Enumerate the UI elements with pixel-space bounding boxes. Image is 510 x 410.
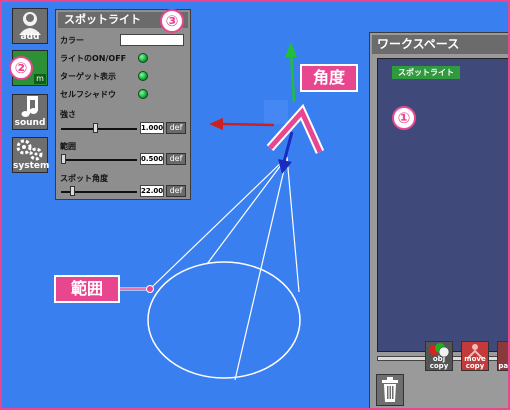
workspace-panel: ワークスペース スポットライト objcopy movecopy par: [369, 32, 509, 408]
spot-angle-default-button[interactable]: def: [166, 185, 186, 197]
light-gizmo[interactable]: [264, 100, 288, 124]
slider-label: 強さ: [60, 110, 76, 119]
marker-3: ③: [160, 9, 184, 33]
sound-label: sound: [14, 118, 46, 128]
paste-button[interactable]: par: [497, 341, 509, 371]
marker-2: ②: [9, 56, 33, 80]
spot-angle-value[interactable]: 22.00: [140, 185, 164, 197]
cone-edge-bottom: [234, 156, 288, 381]
x-axis-arrow-icon[interactable]: [209, 118, 223, 130]
range-connector-dot: [146, 285, 154, 293]
x-axis-line[interactable]: [221, 122, 275, 127]
range-default-button[interactable]: def: [166, 153, 186, 165]
spot-angle-slider-knob[interactable]: [69, 186, 75, 196]
cone-base-ellipse: [147, 261, 301, 379]
toggle-label: セルフシャドウ: [60, 90, 116, 99]
light-on-toggle[interactable]: [138, 53, 148, 63]
paste-label: par: [498, 362, 509, 370]
cone-edge-right: [286, 156, 300, 293]
slider-label: スポット角度: [60, 174, 108, 183]
angle-callout: 角度: [300, 64, 358, 92]
system-label: system: [13, 161, 50, 171]
y-axis-arrow-icon[interactable]: [285, 42, 297, 57]
toggle-label: ターゲット表示: [60, 72, 116, 81]
intensity-slider-track[interactable]: [61, 128, 137, 130]
range-callout: 範囲: [54, 275, 120, 303]
color-label: カラー: [60, 36, 84, 45]
target-display-toggle[interactable]: [138, 71, 148, 81]
3d-viewport[interactable]: add m sound system スポットライト カラー ライトのON/OF…: [0, 0, 510, 410]
move-copy-label: move copy: [464, 355, 486, 370]
move-copy-button[interactable]: move copy: [461, 341, 489, 371]
range-slider-knob[interactable]: [61, 154, 66, 164]
add-label: add: [20, 32, 40, 42]
obj-copy-button[interactable]: obj copy: [425, 341, 453, 371]
range-value[interactable]: 0.500: [140, 153, 164, 165]
marker-1: ①: [392, 106, 416, 130]
intensity-default-button[interactable]: def: [166, 122, 186, 134]
z-axis-arrow-icon[interactable]: [278, 159, 292, 174]
color-swatch[interactable]: [120, 34, 184, 46]
spotlight-panel: スポットライト カラー ライトのON/OFF ターゲット表示 セルフシャドウ 強…: [55, 9, 191, 200]
intensity-slider-knob[interactable]: [92, 123, 98, 133]
trash-button[interactable]: [376, 374, 404, 406]
object-badge: m: [34, 74, 46, 84]
obj-copy-label: obj copy: [429, 355, 449, 370]
slider-label: 範囲: [60, 142, 76, 151]
workspace-title[interactable]: ワークスペース: [372, 35, 508, 54]
toggle-label: ライトのON/OFF: [60, 54, 127, 63]
y-axis-line[interactable]: [289, 51, 296, 103]
intensity-value[interactable]: 1.000: [140, 122, 164, 134]
add-button[interactable]: add: [12, 8, 48, 44]
range-slider-track[interactable]: [61, 159, 137, 161]
workspace-list[interactable]: スポットライト: [377, 58, 508, 352]
trash-icon: [382, 377, 398, 402]
system-button[interactable]: system: [12, 137, 50, 173]
self-shadow-toggle[interactable]: [138, 89, 148, 99]
workspace-item-spotlight[interactable]: スポットライト: [392, 66, 460, 79]
sound-button[interactable]: sound: [12, 94, 48, 130]
